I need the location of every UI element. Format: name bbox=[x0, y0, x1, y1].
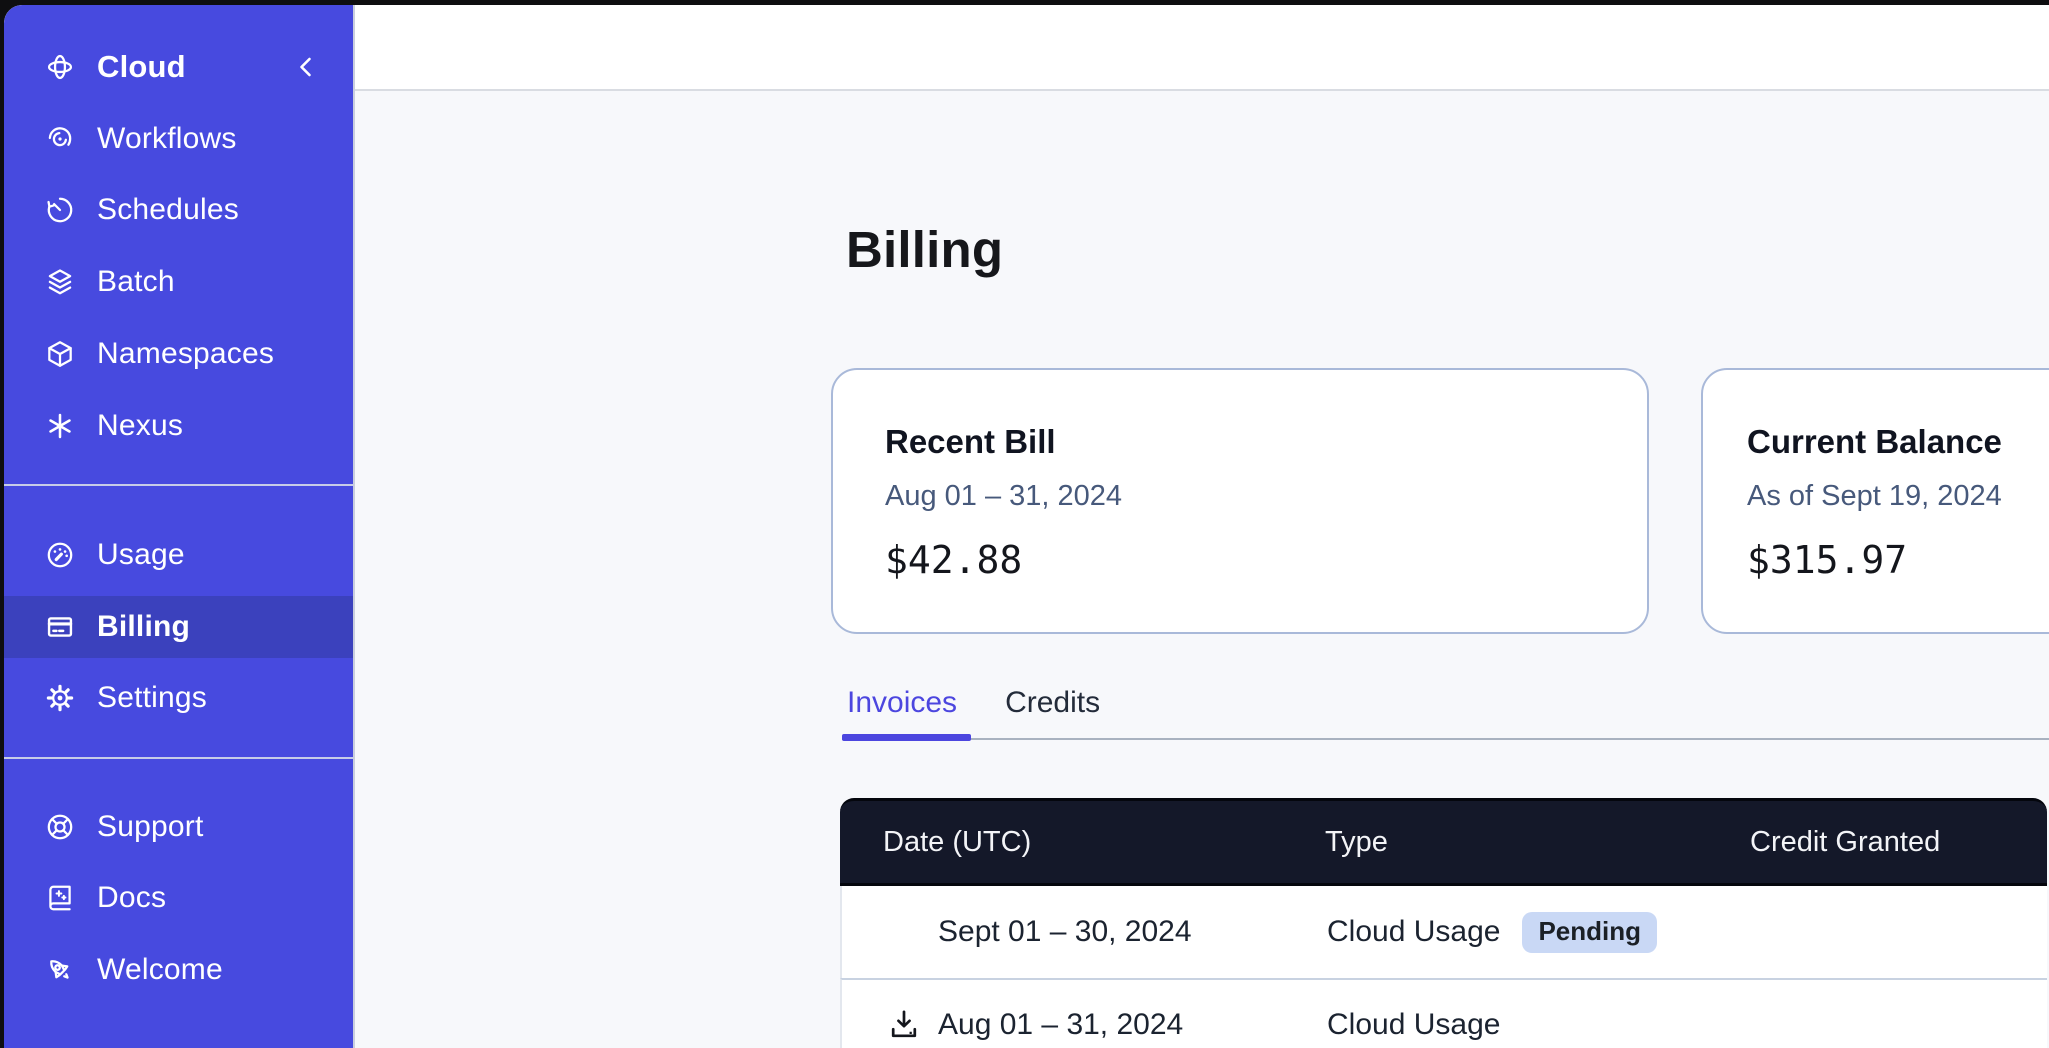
tab-invoices[interactable]: Invoices bbox=[847, 683, 957, 723]
page-title: Billing bbox=[846, 218, 1003, 282]
sidebar-item-settings[interactable]: Settings bbox=[4, 667, 353, 729]
sidebar-item-label: Docs bbox=[97, 881, 166, 915]
invoice-date: Sept 01 – 30, 2024 bbox=[842, 915, 1327, 949]
download-invoice-button[interactable] bbox=[886, 1007, 922, 1043]
sidebar-divider bbox=[4, 484, 353, 486]
invoices-table-header: Date (UTC) Type Credit Granted bbox=[840, 798, 2047, 886]
card-amount: $42.88 bbox=[885, 536, 1607, 584]
sidebar-item-label: Batch bbox=[97, 265, 175, 299]
sidebar: Cloud Workflows bbox=[4, 5, 355, 1048]
sidebar-item-label: Usage bbox=[97, 538, 185, 572]
tabs-baseline-rule bbox=[842, 738, 2049, 740]
invoice-type: Cloud Usage bbox=[1327, 915, 1500, 949]
nexus-asterisk-icon bbox=[44, 410, 76, 442]
sidebar-brand-cloud[interactable]: Cloud bbox=[4, 36, 353, 98]
sidebar-item-label: Nexus bbox=[97, 409, 183, 443]
table-row: Sept 01 – 30, 2024 Cloud Usage Pending bbox=[840, 886, 2047, 978]
sidebar-item-label: Schedules bbox=[97, 193, 239, 227]
main-content: Billing Recent Bill Aug 01 – 31, 2024 $4… bbox=[355, 5, 2049, 1048]
batch-layers-icon bbox=[44, 266, 76, 298]
billing-summary-cards: Recent Bill Aug 01 – 31, 2024 $42.88 Cur… bbox=[831, 368, 2049, 634]
sidebar-item-schedules[interactable]: Schedules bbox=[4, 179, 353, 241]
settings-gear-icon bbox=[44, 682, 76, 714]
usage-gauge-icon bbox=[44, 539, 76, 571]
sidebar-item-label: Workflows bbox=[97, 122, 237, 156]
sidebar-item-batch[interactable]: Batch bbox=[4, 251, 353, 313]
card-title: Current Balance bbox=[1747, 422, 2049, 462]
sidebar-item-label: Settings bbox=[97, 681, 207, 715]
tab-credits[interactable]: Credits bbox=[1005, 683, 1100, 723]
sidebar-item-workflows[interactable]: Workflows bbox=[4, 108, 353, 170]
billing-card-icon bbox=[44, 611, 76, 643]
sidebar-collapse-button[interactable] bbox=[291, 52, 321, 82]
welcome-rocket-icon bbox=[44, 954, 76, 986]
column-header-type: Type bbox=[1325, 826, 1750, 859]
active-tab-underline bbox=[842, 734, 971, 741]
column-header-date: Date (UTC) bbox=[840, 826, 1325, 859]
app-window: Cloud Workflows bbox=[4, 5, 2049, 1048]
screen: Cloud Workflows bbox=[0, 0, 2049, 1048]
sidebar-item-label: Billing bbox=[97, 610, 190, 644]
sidebar-item-billing[interactable]: Billing bbox=[4, 596, 353, 658]
workflows-icon bbox=[44, 123, 76, 155]
billing-tabs: Invoices Credits bbox=[847, 683, 1100, 723]
sidebar-brand-label: Cloud bbox=[97, 49, 186, 85]
sidebar-item-usage[interactable]: Usage bbox=[4, 524, 353, 586]
namespaces-cube-icon bbox=[44, 338, 76, 370]
card-period: Aug 01 – 31, 2024 bbox=[885, 478, 1607, 514]
support-lifebuoy-icon bbox=[44, 811, 76, 843]
card-amount: $315.97 bbox=[1747, 536, 2049, 584]
top-bar bbox=[355, 5, 2049, 91]
recent-bill-card: Recent Bill Aug 01 – 31, 2024 $42.88 bbox=[831, 368, 1649, 634]
sidebar-item-namespaces[interactable]: Namespaces bbox=[4, 323, 353, 385]
docs-book-icon bbox=[44, 882, 76, 914]
sidebar-item-label: Support bbox=[97, 810, 203, 844]
temporal-logo-icon bbox=[44, 51, 76, 83]
sidebar-divider bbox=[4, 757, 353, 759]
column-header-credit-granted: Credit Granted bbox=[1750, 826, 2047, 859]
table-row: Aug 01 – 31, 2024 Cloud Usage bbox=[840, 978, 2047, 1048]
sidebar-item-support[interactable]: Support bbox=[4, 796, 353, 858]
sidebar-item-docs[interactable]: Docs bbox=[4, 867, 353, 929]
invoices-table: Date (UTC) Type Credit Granted Sept 01 –… bbox=[840, 798, 2047, 1048]
sidebar-item-welcome[interactable]: Welcome bbox=[4, 939, 353, 1001]
schedules-icon bbox=[44, 194, 76, 226]
current-balance-card: Current Balance As of Sept 19, 2024 $315… bbox=[1701, 368, 2049, 634]
invoice-type: Cloud Usage bbox=[1327, 1008, 1500, 1042]
card-title: Recent Bill bbox=[885, 422, 1607, 462]
sidebar-item-nexus[interactable]: Nexus bbox=[4, 395, 353, 457]
card-period: As of Sept 19, 2024 bbox=[1747, 478, 2049, 514]
status-badge: Pending bbox=[1522, 912, 1657, 953]
sidebar-item-label: Namespaces bbox=[97, 337, 274, 371]
sidebar-item-label: Welcome bbox=[97, 953, 223, 987]
